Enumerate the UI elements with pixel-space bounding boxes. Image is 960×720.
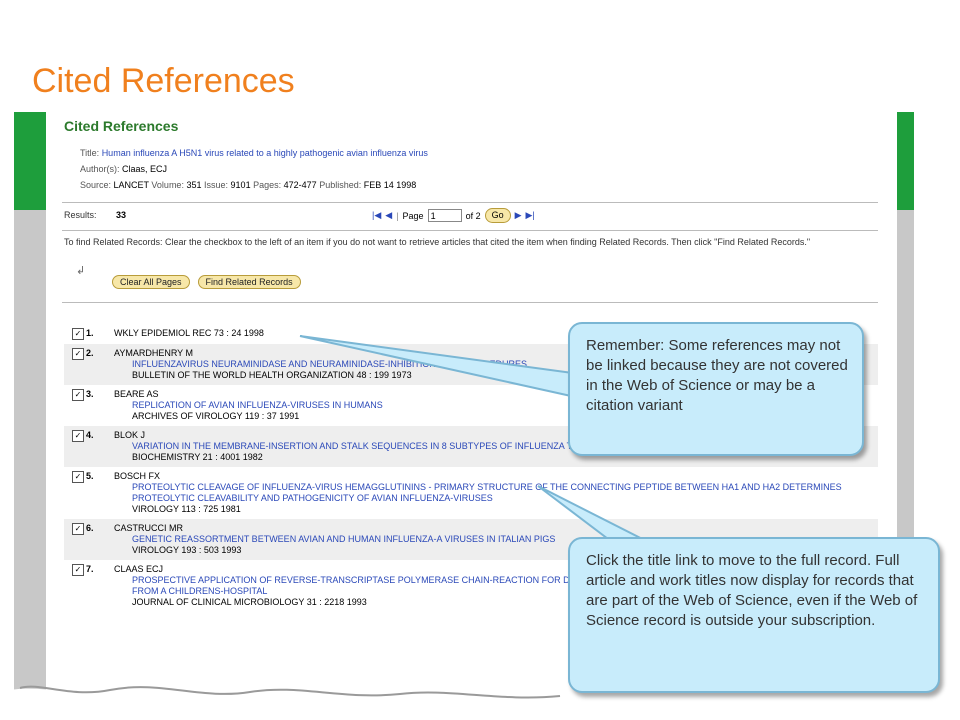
reference-checkbox[interactable]: ✓ [72, 328, 84, 340]
reference-author: BOSCH FX [114, 471, 161, 481]
right-green-bar [897, 112, 914, 210]
reference-number: 2. [86, 348, 94, 358]
reference-number: 4. [86, 430, 94, 440]
previous-page-icon[interactable]: ◀ [385, 210, 392, 221]
reference-author: BEARE AS [114, 389, 159, 399]
list-item: ✓ 5. BOSCH FX PROTEOLYTIC CLEAVAGE OF IN… [64, 467, 878, 519]
reference-checkbox[interactable]: ✓ [72, 564, 84, 576]
reference-source: ARCHIVES OF VIROLOGY 119 : 37 1991 [132, 411, 300, 421]
reference-author: CASTRUCCI MR [114, 523, 183, 533]
page-title: Cited References [64, 118, 179, 134]
pagination: |◀ ◀ | Page of 2 Go ▶ ▶| [372, 208, 535, 223]
divider [62, 202, 878, 203]
pages-label: Pages: [253, 180, 282, 190]
reference-checkbox[interactable]: ✓ [72, 348, 84, 360]
reference-title-link[interactable]: PROTEOLYTIC CLEAVAGE OF INFLUENZA-VIRUS … [114, 482, 878, 504]
reference-source: BULLETIN OF THE WORLD HEALTH ORGANIZATIO… [132, 370, 412, 380]
record-title-link[interactable]: Human influenza A H5N1 virus related to … [102, 148, 428, 158]
reference-source: VIROLOGY 113 : 725 1981 [132, 504, 241, 514]
reference-checkbox[interactable]: ✓ [72, 430, 84, 442]
related-records-instructions: To find Related Records: Clear the check… [64, 237, 811, 247]
reference-checkbox[interactable]: ✓ [72, 471, 84, 483]
issue-value: 9101 [230, 180, 251, 190]
authors-label: Author(s): [80, 164, 120, 174]
issue-label: Issue: [204, 180, 229, 190]
reference-number: 6. [86, 523, 94, 533]
go-button[interactable]: Go [484, 208, 511, 223]
reference-number: 1. [86, 328, 94, 338]
left-gray-bar [14, 210, 46, 690]
reference-title-link[interactable]: GENETIC REASSORTMENT BETWEEN AVIAN AND H… [114, 534, 555, 545]
divider [62, 230, 878, 231]
authors-line: Author(s): Claas, ECJ [80, 164, 167, 174]
left-green-bar [14, 112, 46, 210]
find-related-records-button[interactable]: Find Related Records [197, 275, 301, 289]
volume-label: Volume: [151, 180, 184, 190]
clear-all-pages-button[interactable]: Clear All Pages [112, 275, 190, 289]
reference-checkbox[interactable]: ✓ [72, 523, 84, 535]
published-value: FEB 14 1998 [363, 180, 417, 190]
slide-title: Cited References [32, 62, 295, 100]
callout-box: Remember: Some references may not be lin… [568, 322, 864, 456]
pages-value: 472-477 [283, 180, 317, 190]
reference-checkbox[interactable]: ✓ [72, 389, 84, 401]
source-line: Source: LANCET Volume: 351 Issue: 9101 P… [80, 180, 416, 190]
volume-value: 351 [186, 180, 202, 190]
title-line: Title: Human influenza A H5N1 virus rela… [80, 148, 428, 158]
reference-title-link[interactable]: REPLICATION OF AVIAN INFLUENZA-VIRUSES I… [114, 400, 383, 411]
reference-author: AYMARDHENRY M [114, 348, 194, 358]
authors-value: Claas, ECJ [122, 164, 168, 174]
page-label: Page [402, 210, 424, 221]
next-page-icon[interactable]: ▶ [515, 210, 522, 221]
action-buttons: Clear All Pages Find Related Records [112, 275, 301, 289]
results-label: Results: [64, 210, 97, 220]
first-page-icon[interactable]: |◀ [372, 210, 381, 221]
reference-number: 7. [86, 564, 94, 574]
source-journal: LANCET [113, 180, 149, 190]
last-page-icon[interactable]: ▶| [526, 210, 535, 221]
published-label: Published: [319, 180, 362, 190]
corner-arrow-icon: ↲ [76, 265, 86, 277]
reference-source: VIROLOGY 193 : 503 1993 [132, 545, 242, 555]
callout-box: Click the title link to move to the full… [568, 537, 940, 693]
source-label: Source: [80, 180, 112, 190]
page-of-label: of 2 [465, 210, 481, 221]
page-number-input[interactable] [427, 209, 462, 222]
title-label: Title: [80, 148, 100, 158]
reference-title-link[interactable]: INFLUENZAVIRUS NEURAMINIDASE AND NEURAMI… [114, 359, 527, 370]
reference-author: WKLY EPIDEMIOL REC 73 : 24 1998 [114, 328, 264, 338]
reference-number: 3. [86, 389, 94, 399]
results-count: 33 [116, 210, 127, 220]
divider [62, 302, 878, 303]
reference-number: 5. [86, 471, 94, 481]
